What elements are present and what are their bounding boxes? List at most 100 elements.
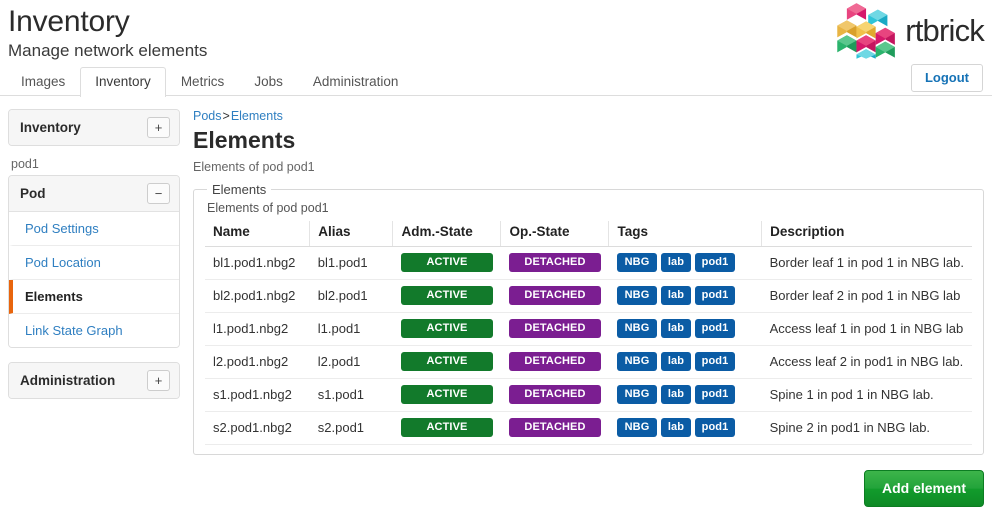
expand-administration-button[interactable]: + — [147, 370, 170, 391]
tag-badge: lab — [660, 352, 691, 371]
cell-element-name[interactable]: l2.pod1.nbg2 — [205, 345, 310, 379]
cell-element-name[interactable]: s1.pod1.nbg2 — [205, 378, 310, 412]
breadcrumb-pods-link[interactable]: Pods — [193, 109, 222, 123]
tag-badge: NBG — [616, 253, 657, 272]
cell-element-name[interactable]: bl1.pod1.nbg2 — [205, 246, 310, 280]
cell-element-name[interactable]: s2.pod1.nbg2 — [205, 411, 310, 445]
sidebar-panel-inventory-title: Inventory — [20, 120, 81, 135]
sidebar-panel-administration-title: Administration — [20, 373, 116, 388]
sidebar-panel-inventory-header[interactable]: Inventory + — [9, 110, 179, 145]
tag-badge: pod1 — [694, 286, 735, 305]
main-content: Pods>Elements Elements Elements of pod p… — [193, 109, 984, 507]
cell-description: Access leaf 1 in pod 1 in NBG lab — [761, 312, 972, 346]
elements-table-head: Name Alias Adm.-State Op.-State Tags Des… — [205, 221, 972, 247]
table-row[interactable]: s1.pod1.nbg2 s1.pod1 ACTIVE DETACHED NBG… — [205, 378, 972, 412]
expand-inventory-button[interactable]: + — [147, 117, 170, 138]
sidebar-panel-pod: Pod − Pod Settings Pod Location Elements… — [8, 175, 180, 348]
tag-badge: pod1 — [694, 253, 735, 272]
table-row[interactable]: bl2.pod1.nbg2 bl2.pod1 ACTIVE DETACHED N… — [205, 279, 972, 313]
status-badge-adm: ACTIVE — [400, 253, 493, 272]
table-header-row: Name Alias Adm.-State Op.-State Tags Des… — [205, 221, 972, 247]
cell-adm-state: ACTIVE — [392, 279, 501, 313]
sidebar-item-pod-settings[interactable]: Pod Settings — [9, 212, 179, 246]
app-header: Inventory Manage network elements rtbric… — [0, 0, 992, 66]
tag-badge: lab — [660, 418, 691, 437]
tab-metrics[interactable]: Metrics — [166, 67, 240, 97]
collapse-pod-button[interactable]: − — [147, 183, 170, 204]
cell-op-state: DETACHED — [500, 246, 609, 280]
column-header-op-state[interactable]: Op.-State — [500, 221, 610, 247]
column-header-name[interactable]: Name — [205, 221, 311, 247]
cell-op-state: DETACHED — [500, 279, 609, 313]
elements-table-body: bl1.pod1.nbg2 bl1.pod1 ACTIVE DETACHED N… — [205, 246, 972, 445]
elements-card-legend: Elements — [212, 182, 267, 197]
status-badge-adm: ACTIVE — [400, 286, 493, 305]
cell-element-alias: s2.pod1 — [309, 411, 393, 445]
cell-description: Spine 2 in pod1 in NBG lab. — [761, 411, 972, 445]
cell-adm-state: ACTIVE — [392, 411, 501, 445]
column-header-tags[interactable]: Tags — [608, 221, 763, 247]
column-header-alias[interactable]: Alias — [309, 221, 394, 247]
cell-description: Spine 1 in pod 1 in NBG lab. — [761, 378, 972, 412]
add-element-button[interactable]: Add element — [863, 470, 984, 507]
content-description: Elements of pod pod1 — [193, 160, 315, 174]
sidebar-panel-pod-header[interactable]: Pod − — [9, 176, 179, 212]
cell-description: Border leaf 2 in pod 1 in NBG lab — [761, 279, 972, 313]
table-row[interactable]: s2.pod1.nbg2 s2.pod1 ACTIVE DETACHED NBG… — [205, 411, 972, 445]
sidebar-item-pod-location[interactable]: Pod Location — [9, 246, 179, 280]
status-badge-adm: ACTIVE — [400, 418, 493, 437]
status-badge-op: DETACHED — [508, 286, 601, 305]
sidebar-panel-administration-header[interactable]: Administration + — [9, 363, 179, 398]
tag-badge: lab — [660, 319, 691, 338]
rtbrick-logo-icon — [833, 2, 897, 60]
brand: rtbrick — [833, 2, 985, 60]
tag-badge: lab — [660, 385, 691, 404]
cell-op-state: DETACHED — [500, 378, 609, 412]
cell-element-alias: l1.pod1 — [309, 312, 393, 346]
status-badge-adm: ACTIVE — [400, 385, 493, 404]
cell-element-alias: l2.pod1 — [309, 345, 393, 379]
tab-jobs[interactable]: Jobs — [239, 67, 298, 97]
cell-op-state: DETACHED — [500, 312, 609, 346]
page-body: Inventory + pod1 Pod − Pod Settings Pod … — [0, 96, 992, 507]
sidebar: Inventory + pod1 Pod − Pod Settings Pod … — [8, 109, 180, 405]
cell-tags: NBG lab pod1 — [608, 345, 762, 379]
tag-badge: NBG — [616, 286, 657, 305]
status-badge-op: DETACHED — [508, 352, 601, 371]
cell-element-name[interactable]: l1.pod1.nbg2 — [205, 312, 310, 346]
tab-inventory[interactable]: Inventory — [80, 67, 166, 97]
sidebar-panel-inventory: Inventory + — [8, 109, 180, 146]
tag-badge: lab — [660, 286, 691, 305]
tag-badge: pod1 — [694, 352, 735, 371]
logout-button[interactable]: Logout — [910, 64, 983, 92]
tag-badge: pod1 — [694, 319, 735, 338]
status-badge-op: DETACHED — [508, 418, 601, 437]
table-row[interactable]: bl1.pod1.nbg2 bl1.pod1 ACTIVE DETACHED N… — [205, 246, 972, 280]
action-bar: Add element — [193, 455, 984, 507]
tab-administration[interactable]: Administration — [298, 67, 414, 97]
status-badge-op: DETACHED — [508, 319, 601, 338]
cell-element-alias: bl2.pod1 — [309, 279, 393, 313]
status-badge-adm: ACTIVE — [400, 319, 493, 338]
tab-images[interactable]: Images — [6, 67, 80, 97]
tab-bar: Images Inventory Metrics Jobs Administra… — [0, 64, 992, 97]
cell-description: Border leaf 1 in pod 1 in NBG lab. — [761, 246, 972, 280]
column-header-description[interactable]: Description — [761, 221, 972, 247]
content-title: Elements — [193, 127, 296, 153]
sidebar-item-elements[interactable]: Elements — [9, 280, 179, 314]
sidebar-item-link-state-graph[interactable]: Link State Graph — [9, 314, 179, 347]
cell-adm-state: ACTIVE — [392, 312, 501, 346]
cell-description: Access leaf 2 in pod1 in NBG lab. — [761, 345, 972, 379]
cell-op-state: DETACHED — [500, 345, 609, 379]
cell-tags: NBG lab pod1 — [608, 411, 762, 445]
breadcrumb-separator: > — [222, 109, 230, 123]
table-row[interactable]: l2.pod1.nbg2 l2.pod1 ACTIVE DETACHED NBG… — [205, 345, 972, 379]
column-header-adm-state[interactable]: Adm.-State — [392, 221, 502, 247]
cell-adm-state: ACTIVE — [392, 378, 501, 412]
sidebar-panel-administration: Administration + — [8, 362, 180, 399]
table-row[interactable]: l1.pod1.nbg2 l1.pod1 ACTIVE DETACHED NBG… — [205, 312, 972, 346]
tag-badge: NBG — [616, 418, 657, 437]
cell-adm-state: ACTIVE — [392, 246, 501, 280]
cell-element-name[interactable]: bl2.pod1.nbg2 — [205, 279, 310, 313]
breadcrumb-current: Elements — [230, 109, 283, 123]
